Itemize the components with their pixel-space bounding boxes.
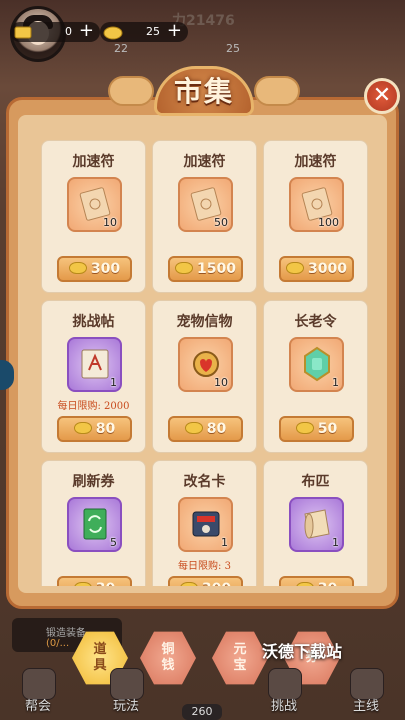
ingot-icon [73, 582, 92, 586]
item-card[interactable]: 改名卡 1 每日限购: 3 300 [152, 460, 257, 586]
item-card[interactable]: 刷新券 5 30 [41, 460, 146, 586]
item-icon-frame: 1 [178, 497, 233, 552]
gold-ingot-value: 0 [65, 25, 72, 38]
item-name: 布匹 [301, 474, 330, 490]
item-name: 加速符 [72, 154, 115, 170]
ingot-icon [179, 582, 198, 586]
ingot-icon [184, 422, 203, 434]
nav-mainline[interactable]: 主线 [336, 668, 396, 720]
ingot-icon [73, 422, 92, 434]
item-icon-frame: 100 [289, 177, 344, 232]
item-price: 300 [90, 261, 121, 277]
copper-value: 25 [146, 25, 160, 38]
nav-guild[interactable]: 帮会 [8, 668, 68, 720]
item-name: 刷新券 [72, 474, 115, 490]
ingot-icon [68, 262, 87, 274]
refresh-ticket-icon [83, 508, 107, 540]
buy-button[interactable]: 50 [279, 416, 354, 442]
top-bar: 力21476 0 + 25 + 22 25 [0, 0, 405, 62]
item-name: 加速符 [183, 154, 226, 170]
item-name: 加速符 [294, 154, 337, 170]
buy-button[interactable]: 1500 [168, 256, 243, 282]
item-price: 80 [95, 421, 116, 437]
ingot-icon [286, 262, 305, 274]
item-qty: 100 [318, 216, 339, 229]
nav-label: 帮会 [24, 699, 51, 714]
item-icon-frame: 1 [289, 337, 344, 392]
add-copper-button[interactable]: + [167, 22, 182, 40]
item-icon-frame: 10 [178, 337, 233, 392]
item-qty: 1 [332, 536, 339, 549]
banner-left-cloud [108, 76, 154, 106]
dialog-title: 市集 [173, 75, 234, 108]
item-qty: 5 [110, 536, 117, 549]
item-card[interactable]: 长老令 1 50 [263, 300, 368, 453]
item-icon-frame: 1 [289, 497, 344, 552]
buy-button[interactable]: 80 [168, 416, 243, 442]
item-price: 3000 [308, 261, 347, 277]
gold-ingot-resource: 0 + [10, 22, 100, 42]
item-card[interactable]: 宠物信物 10 80 [152, 300, 257, 453]
item-card[interactable]: 加速符 100 3000 [263, 140, 368, 293]
item-price: 30 [318, 581, 337, 586]
item-price: 30 [96, 581, 115, 586]
banner-right-cloud [254, 76, 300, 106]
ingot-icon [295, 582, 314, 586]
nav-label: 玩法 [112, 699, 139, 714]
item-name: 挑战帖 [72, 314, 115, 330]
item-limit: 每日限购: 2000 [57, 401, 130, 412]
add-gold-button[interactable]: + [79, 22, 94, 40]
item-price: 1500 [197, 261, 236, 277]
item-price: 80 [206, 421, 227, 437]
nav-label: 主线 [352, 699, 379, 714]
buy-button[interactable]: 30 [279, 576, 354, 586]
item-icon-frame: 1 [67, 337, 122, 392]
sub-resource-right: 25 [226, 42, 240, 55]
cloth-roll-icon [304, 509, 330, 539]
ingot-icon [175, 262, 194, 274]
item-card[interactable]: 挑战帖 1 每日限购: 2000 80 [41, 300, 146, 453]
item-card[interactable]: 加速符 10 300 [41, 140, 146, 293]
item-grid: 加速符 10 300 加速符 50 1500 加速符 100 3000 挑战帖 … [28, 124, 377, 586]
item-icon-frame: 50 [178, 177, 233, 232]
close-button[interactable]: ✕ [364, 78, 400, 114]
item-name: 改名卡 [183, 474, 226, 490]
item-price: 50 [317, 421, 338, 437]
copper-resource: 25 + [100, 22, 188, 42]
buy-button[interactable]: 300 [168, 576, 243, 586]
sub-resource-left: 22 [114, 42, 128, 55]
item-qty: 10 [214, 376, 228, 389]
rename-card-icon [192, 511, 220, 537]
elder-token-icon [304, 346, 330, 382]
gold-ingot-icon [14, 26, 32, 39]
item-icon-frame: 5 [67, 497, 122, 552]
item-card[interactable]: 布匹 1 30 [263, 460, 368, 586]
item-qty: 50 [214, 216, 228, 229]
buy-button[interactable]: 3000 [279, 256, 354, 282]
item-qty: 1 [110, 376, 117, 389]
item-card[interactable]: 加速符 50 1500 [152, 140, 257, 293]
item-icon-frame: 10 [67, 177, 122, 232]
dialog-title-banner: 市集 [108, 66, 300, 116]
buy-button[interactable]: 80 [57, 416, 132, 442]
buy-button[interactable]: 300 [57, 256, 132, 282]
item-limit: 每日限购: 3 [178, 561, 231, 572]
nav-label: 挑战 [270, 699, 297, 714]
copper-ingot-icon [103, 26, 123, 40]
nav-play[interactable]: 玩法 [96, 668, 156, 720]
item-name: 宠物信物 [176, 314, 233, 330]
ingot-icon [295, 422, 314, 434]
item-price: 300 [202, 581, 231, 586]
item-name: 长老令 [294, 314, 337, 330]
item-qty: 10 [103, 216, 117, 229]
nav-challenge[interactable]: 挑战 [254, 668, 314, 720]
buy-button[interactable]: 30 [57, 576, 132, 586]
item-qty: 1 [221, 536, 228, 549]
challenge-letter-icon [81, 349, 109, 379]
item-qty: 1 [332, 376, 339, 389]
player-level: 260 [182, 704, 222, 720]
watermark: 沃德下载站 [262, 642, 343, 661]
task-progress: (0/... [46, 638, 70, 649]
